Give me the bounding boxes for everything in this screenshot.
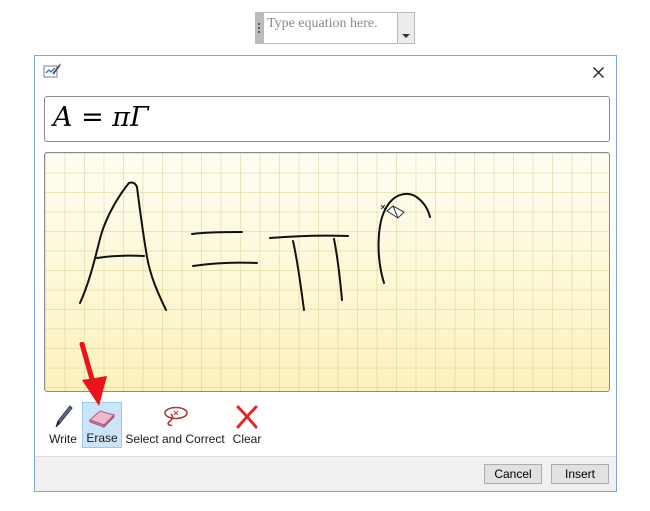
eraser-cursor-icon [380, 204, 405, 219]
cancel-button[interactable]: Cancel [484, 464, 542, 484]
handwritten-ink [79, 181, 431, 311]
close-button[interactable] [586, 61, 610, 83]
equation-placeholder[interactable]: Type equation here. [255, 12, 415, 44]
annotation-arrow [79, 342, 107, 406]
dialog-footer: Cancel Insert [35, 456, 616, 491]
pen-icon [55, 405, 73, 428]
equation-drag-handle[interactable] [255, 12, 263, 44]
erase-tool-label: Erase [86, 431, 118, 445]
math-input-icon [43, 63, 61, 78]
select-and-correct-tool-label: Select and Correct [125, 432, 225, 446]
equation-placeholder-text[interactable]: Type equation here. [263, 12, 397, 44]
clear-tool-button[interactable]: Clear [228, 402, 266, 448]
lasso-icon [164, 406, 188, 427]
close-icon [592, 66, 604, 78]
insert-button[interactable]: Insert [551, 464, 609, 484]
equation-options-dropdown[interactable] [397, 12, 415, 44]
clear-tool-label: Clear [232, 432, 262, 446]
select-and-correct-tool-button[interactable]: Select and Correct [122, 402, 228, 448]
handwriting-pad[interactable] [44, 152, 610, 392]
equation-preview: A = πΓ [44, 96, 610, 142]
write-tool-label: Write [49, 432, 77, 446]
math-input-dialog: A = πΓ Write Erase Select and Correct Cl… [34, 55, 617, 492]
clear-x-icon [236, 405, 258, 429]
dialog-titlebar [35, 56, 616, 86]
